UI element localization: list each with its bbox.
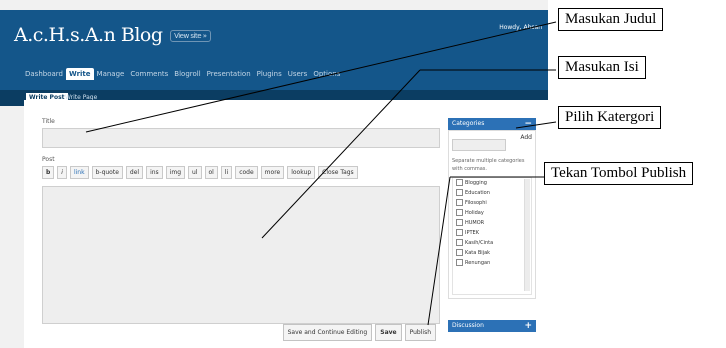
collapse-icon[interactable]: − — [524, 118, 532, 130]
title-input[interactable] — [42, 128, 440, 148]
new-category-input[interactable] — [452, 138, 506, 151]
qt-more[interactable]: more — [260, 166, 285, 179]
nav-options[interactable]: Options — [310, 68, 343, 80]
add-category-button[interactable]: Add — [520, 134, 532, 141]
category-item[interactable]: IPTEK — [453, 228, 531, 238]
qt-bquote[interactable]: b-quote — [91, 166, 123, 179]
categories-header[interactable]: Categories − — [448, 118, 536, 130]
category-item[interactable]: Blogging — [453, 178, 531, 188]
category-item[interactable]: Education — [453, 188, 531, 198]
nav-manage[interactable]: Manage — [94, 68, 128, 80]
separate-hint: Separate multiple categories with commas… — [452, 158, 525, 172]
discussion-title: Discussion — [452, 322, 484, 329]
qt-li[interactable]: li — [220, 166, 233, 179]
category-list: Blogging Education Filosophi Holiday HUM… — [452, 177, 532, 295]
qt-code[interactable]: code — [235, 166, 258, 179]
post-content-textarea[interactable] — [42, 186, 440, 324]
nav-users[interactable]: Users — [285, 68, 311, 80]
expand-icon[interactable]: + — [524, 320, 532, 332]
qt-italic[interactable]: i — [57, 166, 67, 179]
save-continue-button[interactable]: Save and Continue Editing — [282, 324, 373, 341]
blog-title: A.c.H.s.A.n Blog View site » — [14, 24, 211, 46]
wordpress-screenshot: A.c.H.s.A.n Blog View site » Howdy, Ahsa… — [0, 0, 548, 348]
qt-ins[interactable]: ins — [146, 166, 163, 179]
category-item[interactable]: Renungan — [453, 258, 531, 268]
category-item[interactable]: Kasih/Cinta — [453, 238, 531, 248]
category-item[interactable]: Kata Bijak — [453, 248, 531, 258]
qt-ul[interactable]: ul — [188, 166, 202, 179]
qt-del[interactable]: del — [125, 166, 144, 179]
callout-tekan-publish: Tekan Tombol Publish — [544, 162, 694, 185]
post-label: Post — [42, 156, 55, 163]
qt-img[interactable]: img — [165, 166, 186, 179]
category-scrollbar[interactable] — [524, 179, 530, 291]
nav-plugins[interactable]: Plugins — [254, 68, 285, 80]
main-nav: Dashboard Write Manage Comments Blogroll… — [22, 68, 343, 80]
category-item[interactable]: HUMOR — [453, 218, 531, 228]
nav-write[interactable]: Write — [65, 68, 94, 80]
discussion-header[interactable]: Discussion + — [448, 320, 536, 332]
quicktags-toolbar: b i link b-quote del ins img ul ol li co… — [42, 166, 358, 179]
qt-close-tags[interactable]: Close Tags — [318, 166, 358, 179]
callout-masukan-judul: Masukan Judul — [558, 8, 664, 31]
nav-comments[interactable]: Comments — [127, 68, 171, 80]
callout-masukan-isi: Masukan Isi — [558, 56, 646, 79]
categories-title: Categories — [452, 120, 485, 127]
nav-presentation[interactable]: Presentation — [204, 68, 254, 80]
category-item[interactable]: Filosophi — [453, 198, 531, 208]
category-item[interactable]: Holiday — [453, 208, 531, 218]
qt-bold[interactable]: b — [42, 166, 55, 179]
qt-lookup[interactable]: lookup — [287, 166, 316, 179]
publish-button[interactable]: Publish — [404, 324, 436, 341]
admin-header: A.c.H.s.A.n Blog View site » Howdy, Ahsa… — [0, 10, 548, 106]
form-buttons: Save and Continue Editing Save Publish — [282, 324, 436, 341]
howdy-user[interactable]: Howdy, Ahsan — [499, 24, 542, 31]
categories-body: Add Separate multiple categories with co… — [448, 130, 536, 299]
view-site-link[interactable]: View site » — [170, 30, 211, 42]
qt-link[interactable]: link — [69, 166, 89, 179]
nav-dashboard[interactable]: Dashboard — [22, 68, 66, 80]
blog-title-text: A.c.H.s.A.n Blog — [14, 24, 163, 46]
categories-box: Categories − Add Separate multiple categ… — [448, 118, 536, 299]
callout-pilih-kategori: Pilih Katergori — [558, 106, 662, 129]
qt-ol[interactable]: ol — [204, 166, 218, 179]
nav-blogroll[interactable]: Blogroll — [171, 68, 203, 80]
save-button[interactable]: Save — [375, 324, 402, 341]
title-label: Title — [42, 118, 55, 125]
